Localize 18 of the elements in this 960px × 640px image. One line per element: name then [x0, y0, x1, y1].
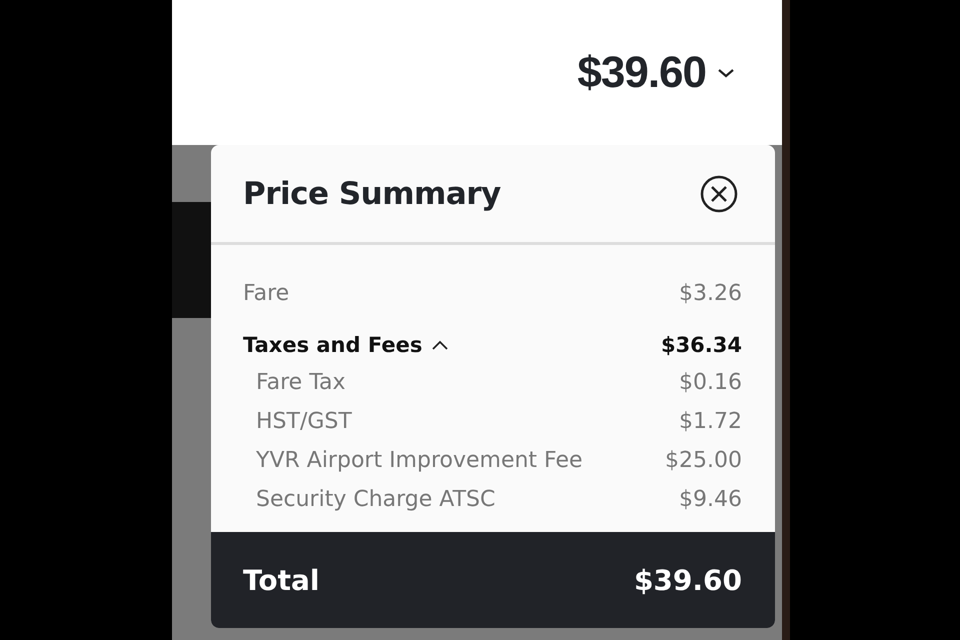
taxes-toggle[interactable]: Taxes and Fees — [243, 333, 450, 357]
total-amount: $39.60 — [634, 564, 742, 596]
fee-amount: $25.00 — [665, 448, 742, 473]
fee-label: Security Charge ATSC — [256, 487, 496, 512]
close-icon[interactable] — [699, 174, 739, 214]
fee-label: YVR Airport Improvement Fee — [256, 448, 583, 473]
taxes-amount: $36.34 — [660, 333, 742, 357]
chevron-down-icon — [716, 66, 736, 78]
fee-amount: $1.72 — [679, 409, 742, 434]
fee-label: Fare Tax — [256, 370, 346, 395]
dialog-title: Price Summary — [243, 176, 501, 212]
price-dropdown[interactable]: $39.60 — [577, 48, 736, 98]
fare-amount: $3.26 — [679, 280, 742, 306]
fee-amount: $9.46 — [679, 487, 742, 512]
fee-amount: $0.16 — [679, 370, 742, 395]
fee-label: HST/GST — [256, 409, 352, 434]
total-label: Total — [243, 564, 320, 596]
fare-label: Fare — [243, 280, 290, 306]
